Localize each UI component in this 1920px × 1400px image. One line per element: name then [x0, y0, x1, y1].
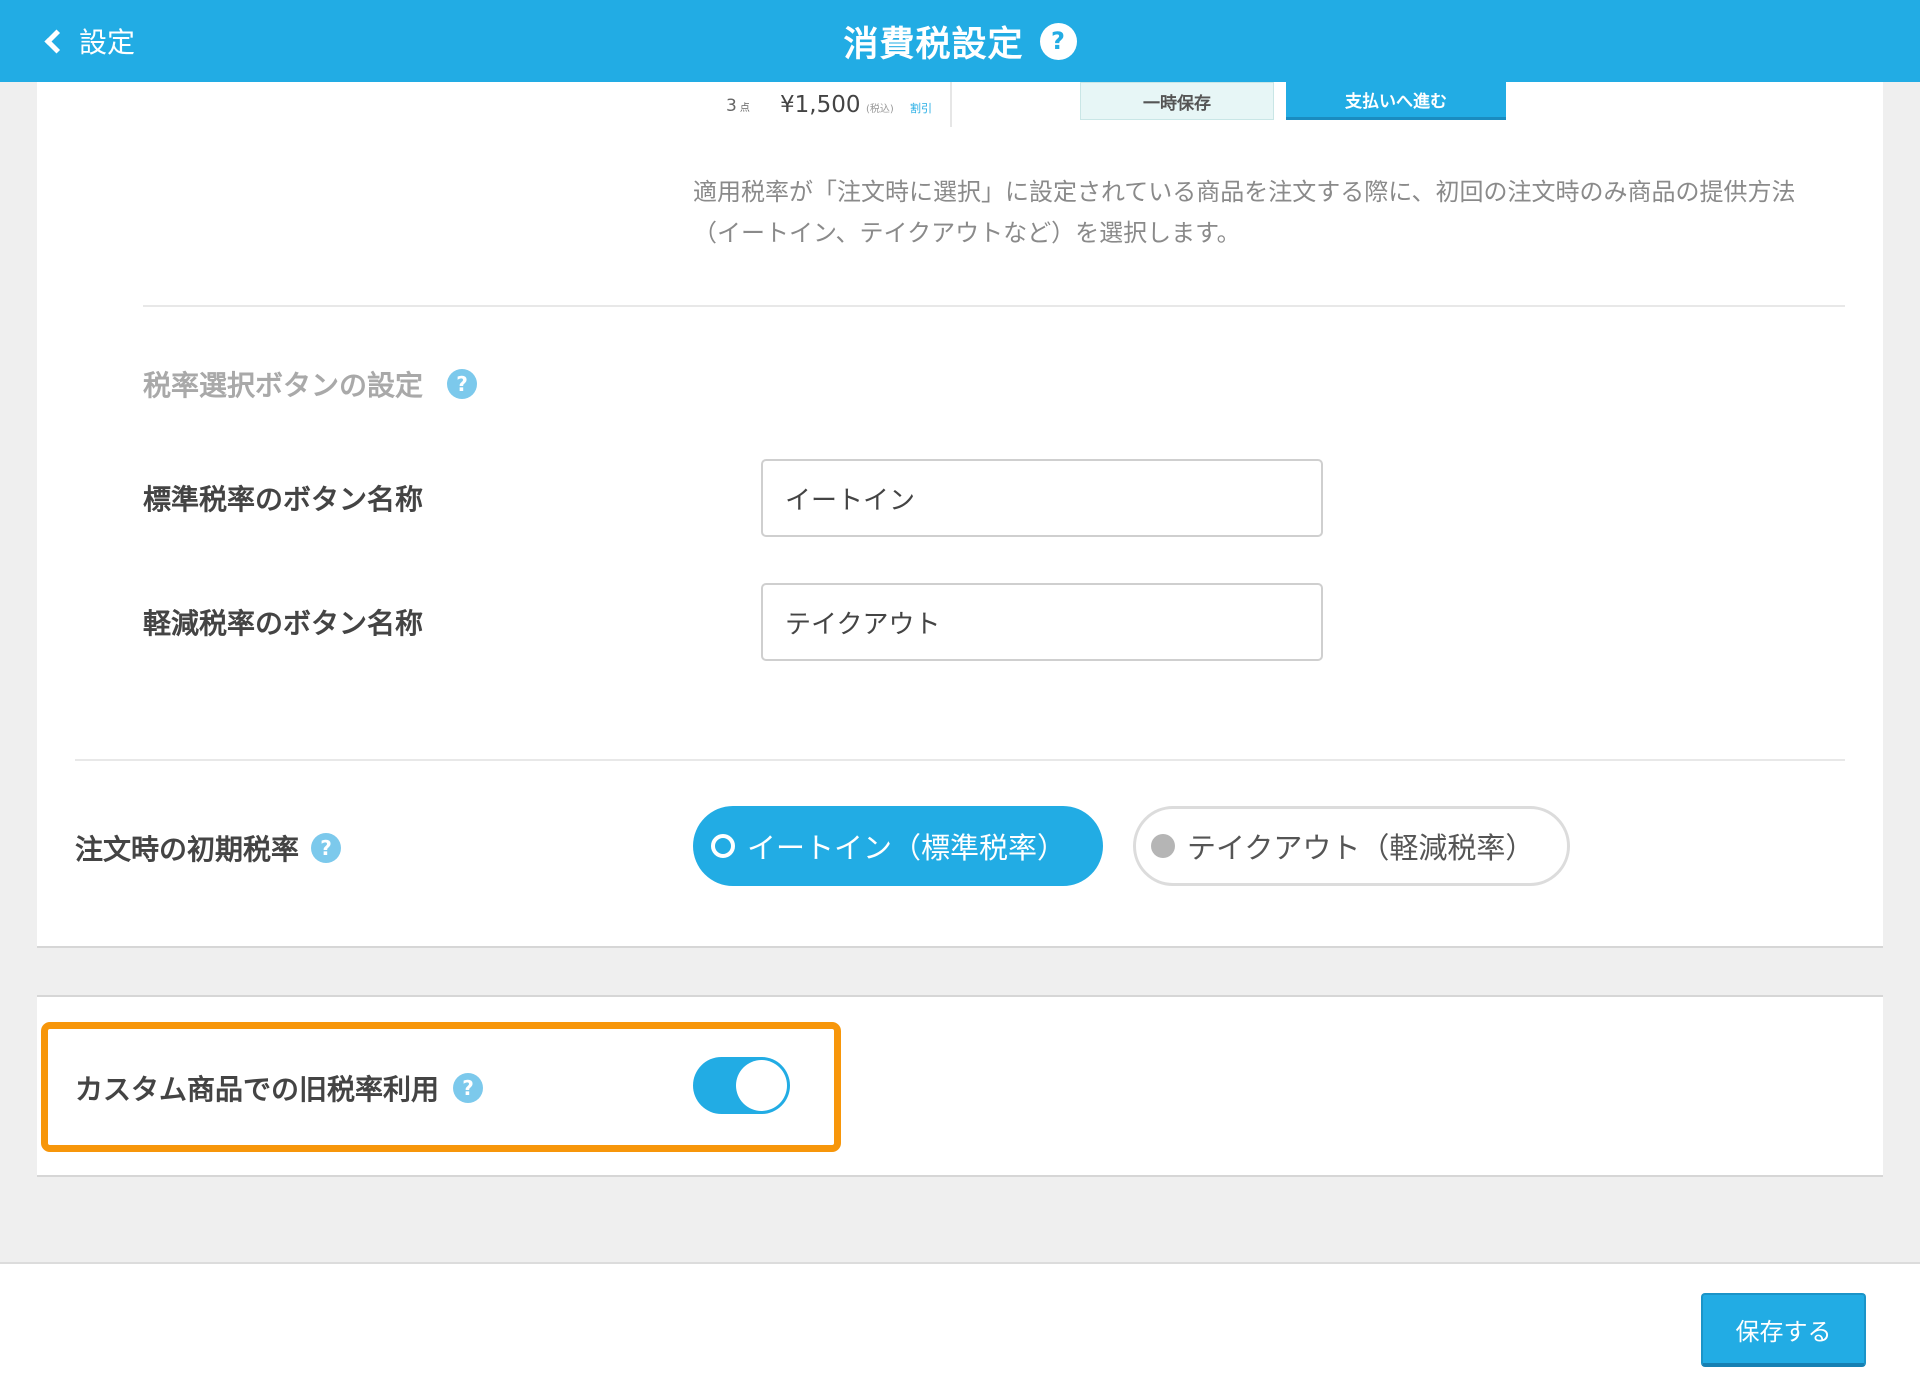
description-text: 適用税率が「注文時に選択」に設定されている商品を注文する際に、初回の注文時のみ商… [693, 178, 1796, 247]
initial-rate-row: 注文時の初期税率 ? [75, 828, 342, 868]
takeout-reduced-rate-option[interactable]: テイクアウト（軽減税率） [1133, 806, 1570, 886]
help-icon[interactable]: ? [453, 1073, 484, 1103]
preview-tax-note: (税込) [866, 104, 894, 115]
preview-summary: 3点 ¥1,500 (税込) 割引 [692, 82, 952, 127]
help-icon[interactable]: ? [447, 369, 478, 399]
section-heading: 税率選択ボタンの設定 [143, 369, 424, 402]
order-preview-image: 3点 ¥1,500 (税込) 割引 一時保存 支払いへ進む [692, 82, 1512, 127]
standard-rate-label: 標準税率のボタン名称 [143, 483, 424, 516]
divider [143, 305, 1845, 307]
app-header: 設定 消費税設定 ? [0, 0, 1920, 82]
preview-item-count: 3点 [726, 96, 750, 116]
toggle-knob [736, 1060, 787, 1111]
tax-button-settings-heading: 税率選択ボタンの設定 ? [143, 364, 478, 404]
custom-product-old-rate-toggle[interactable] [693, 1057, 790, 1114]
help-icon[interactable]: ? [311, 833, 342, 863]
footer-bar [0, 1262, 1920, 1400]
eat-in-standard-rate-option[interactable]: イートイン（標準税率） [693, 806, 1103, 886]
divider [75, 759, 1845, 761]
page-title-bar: 消費税設定 ? [0, 0, 1920, 82]
option-label: テイクアウト（軽減税率） [1187, 831, 1535, 865]
initial-rate-label: 注文時の初期税率 [75, 833, 300, 866]
page-title: 消費税設定 [843, 24, 1024, 65]
reduced-rate-button-name-input[interactable] [761, 583, 1323, 661]
help-icon[interactable]: ? [1039, 22, 1077, 60]
standard-rate-button-name-input[interactable] [761, 459, 1323, 537]
radio-selected-icon [711, 834, 735, 858]
preview-price: ¥1,500 [780, 92, 861, 118]
custom-product-row: カスタム商品での旧税率利用 ? [75, 1068, 484, 1108]
custom-product-label: カスタム商品での旧税率利用 [75, 1073, 440, 1106]
radio-unselected-icon [1151, 834, 1175, 858]
preview-save-temp-button: 一時保存 [1080, 82, 1274, 120]
option-label: イートイン（標準税率） [747, 831, 1067, 865]
save-button[interactable]: 保存する [1701, 1293, 1866, 1367]
reduced-rate-label: 軽減税率のボタン名称 [143, 607, 424, 640]
preview-proceed-button: 支払いへ進む [1286, 82, 1506, 120]
preview-discount: 割引 [910, 102, 932, 115]
